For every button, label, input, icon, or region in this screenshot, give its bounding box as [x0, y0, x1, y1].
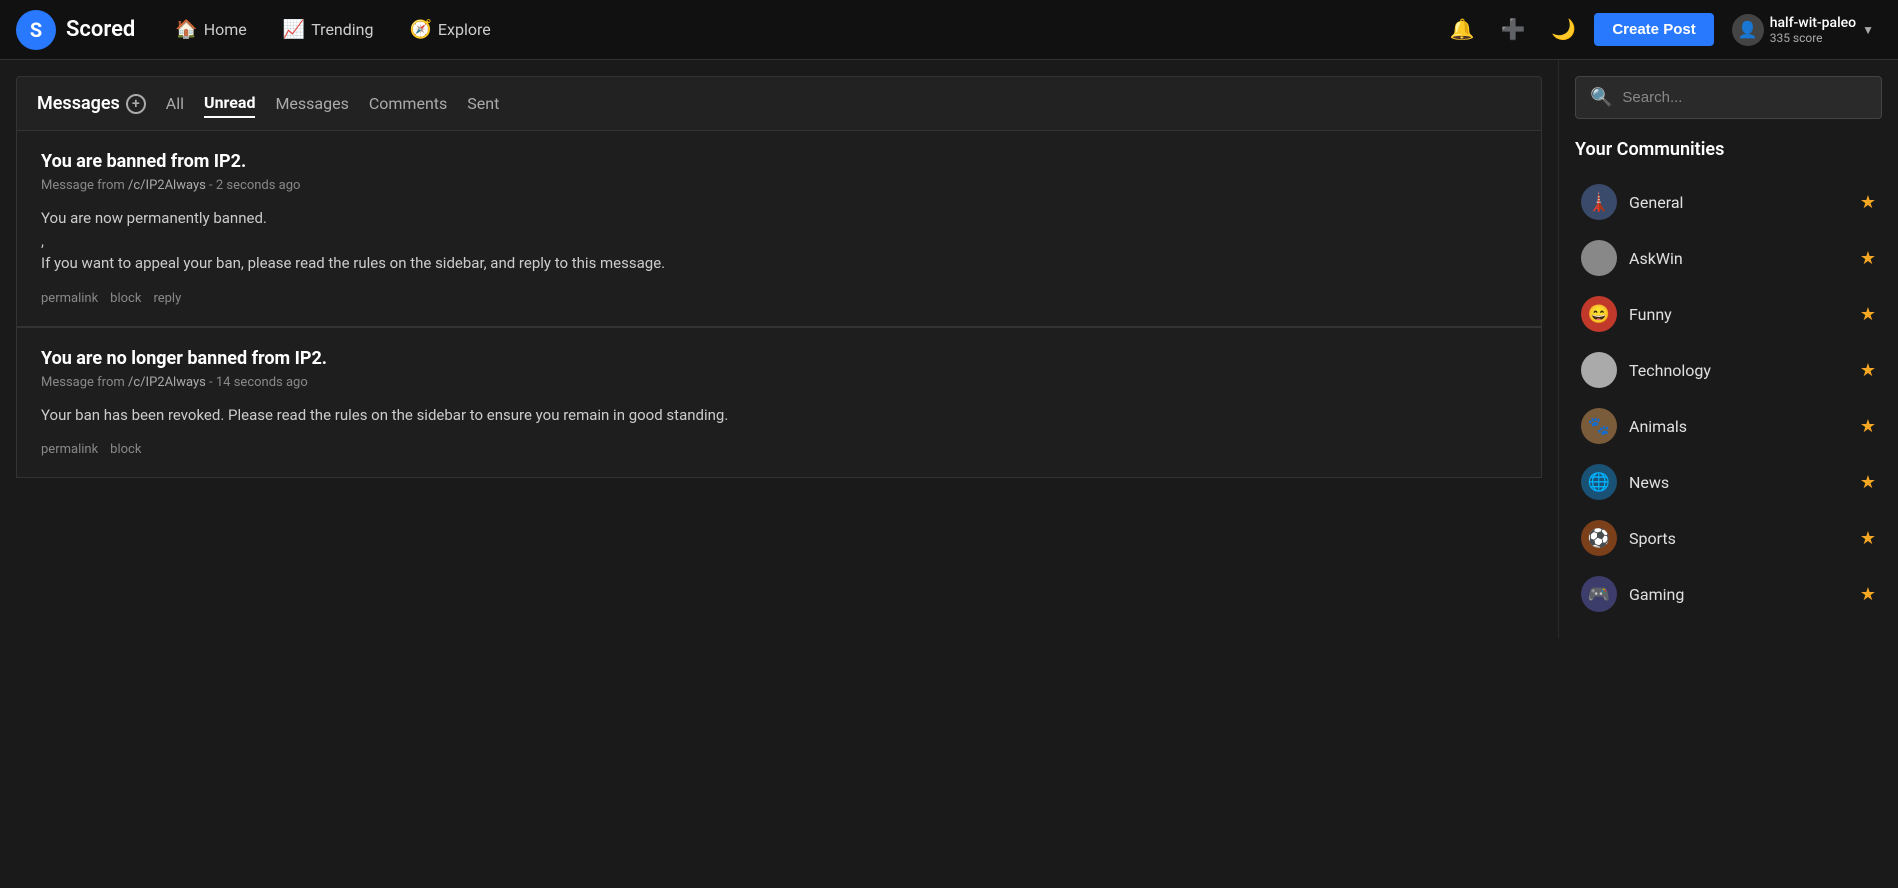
trending-icon: 📈 — [283, 19, 305, 40]
user-menu[interactable]: 👤 half-wit-paleo 335 score ▼ — [1724, 8, 1882, 52]
main-header: S Scored 🏠 Home 📈 Trending 🧭 Explore 🔔 ➕… — [0, 0, 1898, 60]
logo-link[interactable]: S Scored — [16, 10, 135, 50]
add-button[interactable]: ➕ — [1493, 9, 1534, 50]
block-link[interactable]: block — [110, 291, 141, 306]
nav-trending[interactable]: 📈 Trending — [267, 11, 390, 48]
community-avatar-gaming: 🎮 — [1581, 576, 1617, 612]
message-meta: Message from /c/IP2Always - 2 seconds ag… — [41, 178, 1517, 193]
community-name-technology: Technology — [1629, 361, 1848, 380]
community-name-animals: Animals — [1629, 417, 1848, 436]
nav-home[interactable]: 🏠 Home — [159, 11, 262, 48]
star-icon-askwin[interactable]: ★ — [1860, 248, 1876, 269]
message-card: You are no longer banned from IP2. Messa… — [16, 327, 1542, 479]
community-item-general[interactable]: 🗼 General ★ — [1575, 174, 1882, 230]
message-body: Your ban has been revoked. Please read t… — [41, 404, 1517, 427]
nav-explore[interactable]: 🧭 Explore — [394, 11, 507, 48]
communities-title: Your Communities — [1575, 139, 1882, 160]
permalink-link[interactable]: permalink — [41, 442, 98, 457]
nav-explore-label: Explore — [438, 20, 491, 39]
community-name-sports: Sports — [1629, 529, 1848, 548]
community-item-funny[interactable]: 😄 Funny ★ — [1575, 286, 1882, 342]
star-icon-gaming[interactable]: ★ — [1860, 584, 1876, 605]
community-avatar-news: 🌐 — [1581, 464, 1617, 500]
dark-mode-button[interactable]: 🌙 — [1543, 9, 1584, 50]
star-icon-sports[interactable]: ★ — [1860, 528, 1876, 549]
tab-sent[interactable]: Sent — [467, 90, 499, 117]
main-layout: Messages + All Unread Messages Comments … — [0, 60, 1898, 638]
message-from-link[interactable]: /c/IP2Always — [128, 375, 206, 390]
chevron-down-icon: ▼ — [1862, 23, 1874, 37]
community-avatar-sports: ⚽ — [1581, 520, 1617, 556]
username: half-wit-paleo — [1770, 15, 1856, 31]
community-name-askwin: AskWin — [1629, 249, 1848, 268]
app-name: Scored — [66, 17, 135, 42]
search-icon: 🔍 — [1590, 87, 1612, 108]
tab-comments[interactable]: Comments — [369, 90, 447, 117]
star-icon-funny[interactable]: ★ — [1860, 304, 1876, 325]
tab-messages[interactable]: Messages — [275, 90, 348, 117]
message-time: 14 seconds ago — [216, 375, 308, 390]
message-actions: permalink block — [41, 442, 1517, 457]
nav-home-label: Home — [204, 20, 247, 39]
create-post-button[interactable]: Create Post — [1594, 13, 1713, 46]
community-item-technology[interactable]: Technology ★ — [1575, 342, 1882, 398]
tab-unread[interactable]: Unread — [204, 89, 255, 118]
reply-link[interactable]: reply — [153, 291, 181, 306]
star-icon-news[interactable]: ★ — [1860, 472, 1876, 493]
star-icon-technology[interactable]: ★ — [1860, 360, 1876, 381]
logo-icon: S — [16, 10, 56, 50]
message-actions: permalink block reply — [41, 291, 1517, 306]
notifications-button[interactable]: 🔔 — [1442, 9, 1483, 50]
community-avatar-askwin — [1581, 240, 1617, 276]
sidebar: 🔍 Your Communities 🗼 General ★ AskWin ★ … — [1558, 60, 1898, 638]
community-item-news[interactable]: 🌐 News ★ — [1575, 454, 1882, 510]
messages-area: Messages + All Unread Messages Comments … — [0, 60, 1558, 638]
message-subject: You are no longer banned from IP2. — [41, 348, 1517, 369]
main-nav: 🏠 Home 📈 Trending 🧭 Explore — [159, 11, 506, 48]
home-icon: 🏠 — [175, 19, 197, 40]
user-score: 335 score — [1770, 31, 1856, 45]
community-avatar-general: 🗼 — [1581, 184, 1617, 220]
message-time: 2 seconds ago — [216, 178, 301, 193]
community-item-sports[interactable]: ⚽ Sports ★ — [1575, 510, 1882, 566]
community-avatar-funny: 😄 — [1581, 296, 1617, 332]
star-icon-animals[interactable]: ★ — [1860, 416, 1876, 437]
permalink-link[interactable]: permalink — [41, 291, 98, 306]
community-avatar-technology — [1581, 352, 1617, 388]
community-name-general: General — [1629, 193, 1848, 212]
user-info: half-wit-paleo 335 score — [1770, 15, 1856, 45]
community-item-gaming[interactable]: 🎮 Gaming ★ — [1575, 566, 1882, 622]
search-box: 🔍 — [1575, 76, 1882, 119]
message-from-link[interactable]: /c/IP2Always — [128, 178, 206, 193]
header-right: 🔔 ➕ 🌙 Create Post 👤 half-wit-paleo 335 s… — [1442, 8, 1882, 52]
community-item-animals[interactable]: 🐾 Animals ★ — [1575, 398, 1882, 454]
block-link[interactable]: block — [110, 442, 141, 457]
avatar: 👤 — [1732, 14, 1764, 46]
message-card: You are banned from IP2. Message from /c… — [16, 131, 1542, 327]
add-message-button[interactable]: + — [126, 94, 146, 114]
communities-list: 🗼 General ★ AskWin ★ 😄 Funny ★ Technolog… — [1575, 174, 1882, 622]
community-item-askwin[interactable]: AskWin ★ — [1575, 230, 1882, 286]
message-meta: Message from /c/IP2Always - 14 seconds a… — [41, 375, 1517, 390]
explore-icon: 🧭 — [410, 19, 432, 40]
messages-header: Messages + All Unread Messages Comments … — [16, 76, 1542, 131]
community-name-gaming: Gaming — [1629, 585, 1848, 604]
star-icon-general[interactable]: ★ — [1860, 192, 1876, 213]
message-subject: You are banned from IP2. — [41, 151, 1517, 172]
nav-trending-label: Trending — [311, 20, 373, 39]
tab-all[interactable]: All — [166, 90, 184, 117]
community-name-news: News — [1629, 473, 1848, 492]
community-avatar-animals: 🐾 — [1581, 408, 1617, 444]
search-input[interactable] — [1622, 89, 1867, 106]
community-name-funny: Funny — [1629, 305, 1848, 324]
message-body: You are now permanently banned. , If you… — [41, 207, 1517, 275]
messages-title: Messages + — [37, 93, 146, 114]
